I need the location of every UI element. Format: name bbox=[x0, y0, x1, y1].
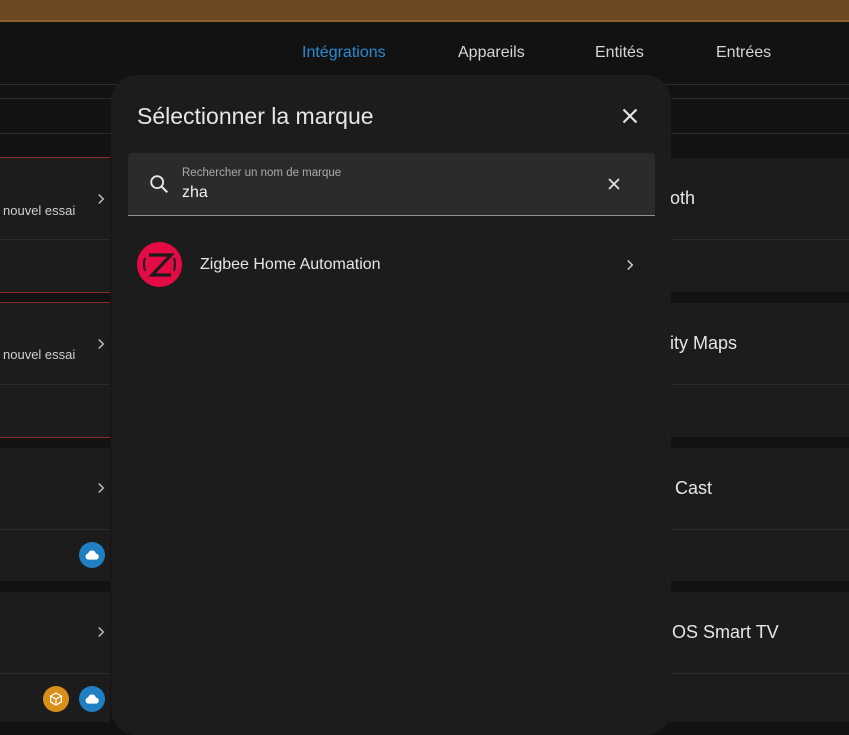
zigbee-logo-icon bbox=[137, 242, 182, 287]
search-icon bbox=[150, 175, 168, 193]
integration-name: ity Maps bbox=[670, 333, 738, 353]
divider bbox=[0, 529, 110, 530]
error-border bbox=[0, 437, 110, 438]
divider bbox=[0, 673, 110, 674]
search-label: Rechercher un nom de marque bbox=[182, 167, 342, 179]
chevron-right-icon bbox=[98, 193, 105, 205]
brand-search-field[interactable]: Rechercher un nom de marque zha bbox=[128, 153, 655, 216]
divider bbox=[670, 239, 849, 240]
divider bbox=[670, 673, 849, 674]
close-icon[interactable] bbox=[617, 103, 643, 129]
divider bbox=[0, 239, 110, 240]
chevron-right-icon bbox=[98, 338, 105, 350]
integration-name: Cast bbox=[675, 478, 713, 498]
integration-card-left-2[interactable]: nouvel essai bbox=[0, 303, 110, 437]
clear-icon[interactable] bbox=[604, 174, 624, 194]
divider bbox=[670, 384, 849, 385]
integration-name: OS Smart TV bbox=[672, 622, 779, 642]
select-brand-dialog: Sélectionner la marque Rechercher un nom… bbox=[111, 75, 671, 735]
tab-helpers[interactable]: Entrées bbox=[716, 44, 771, 62]
search-input[interactable]: zha bbox=[182, 184, 208, 202]
error-border bbox=[0, 292, 110, 293]
integration-card-right-1[interactable]: oth bbox=[670, 158, 849, 292]
chevron-right-icon bbox=[627, 259, 634, 271]
integration-card-right-4[interactable]: OS Smart TV bbox=[670, 592, 849, 722]
brand-result-item[interactable]: Zigbee Home Automation bbox=[111, 237, 671, 293]
brand-name: Zigbee Home Automation bbox=[200, 256, 381, 273]
top-app-bar bbox=[0, 0, 849, 22]
divider bbox=[0, 384, 110, 385]
integration-card-left-1[interactable]: nouvel essai bbox=[0, 158, 110, 292]
retry-text: nouvel essai bbox=[3, 203, 76, 218]
package-icon bbox=[43, 686, 69, 712]
dialog-title: Sélectionner la marque bbox=[137, 103, 374, 129]
retry-text: nouvel essai bbox=[3, 347, 76, 362]
integration-card-right-3[interactable]: Cast bbox=[670, 448, 849, 581]
integration-name: oth bbox=[670, 188, 696, 208]
chevron-right-icon bbox=[98, 482, 105, 494]
integration-card-left-4[interactable] bbox=[0, 592, 110, 722]
integration-card-left-3[interactable] bbox=[0, 448, 110, 581]
divider bbox=[670, 529, 849, 530]
integration-card-right-2[interactable]: ity Maps bbox=[670, 303, 849, 437]
tab-devices[interactable]: Appareils bbox=[458, 44, 525, 62]
tab-integrations[interactable]: Intégrations bbox=[302, 44, 386, 62]
tab-entities[interactable]: Entités bbox=[595, 44, 644, 62]
cloud-icon bbox=[79, 686, 105, 712]
cloud-icon bbox=[79, 542, 105, 568]
chevron-right-icon bbox=[98, 626, 105, 638]
